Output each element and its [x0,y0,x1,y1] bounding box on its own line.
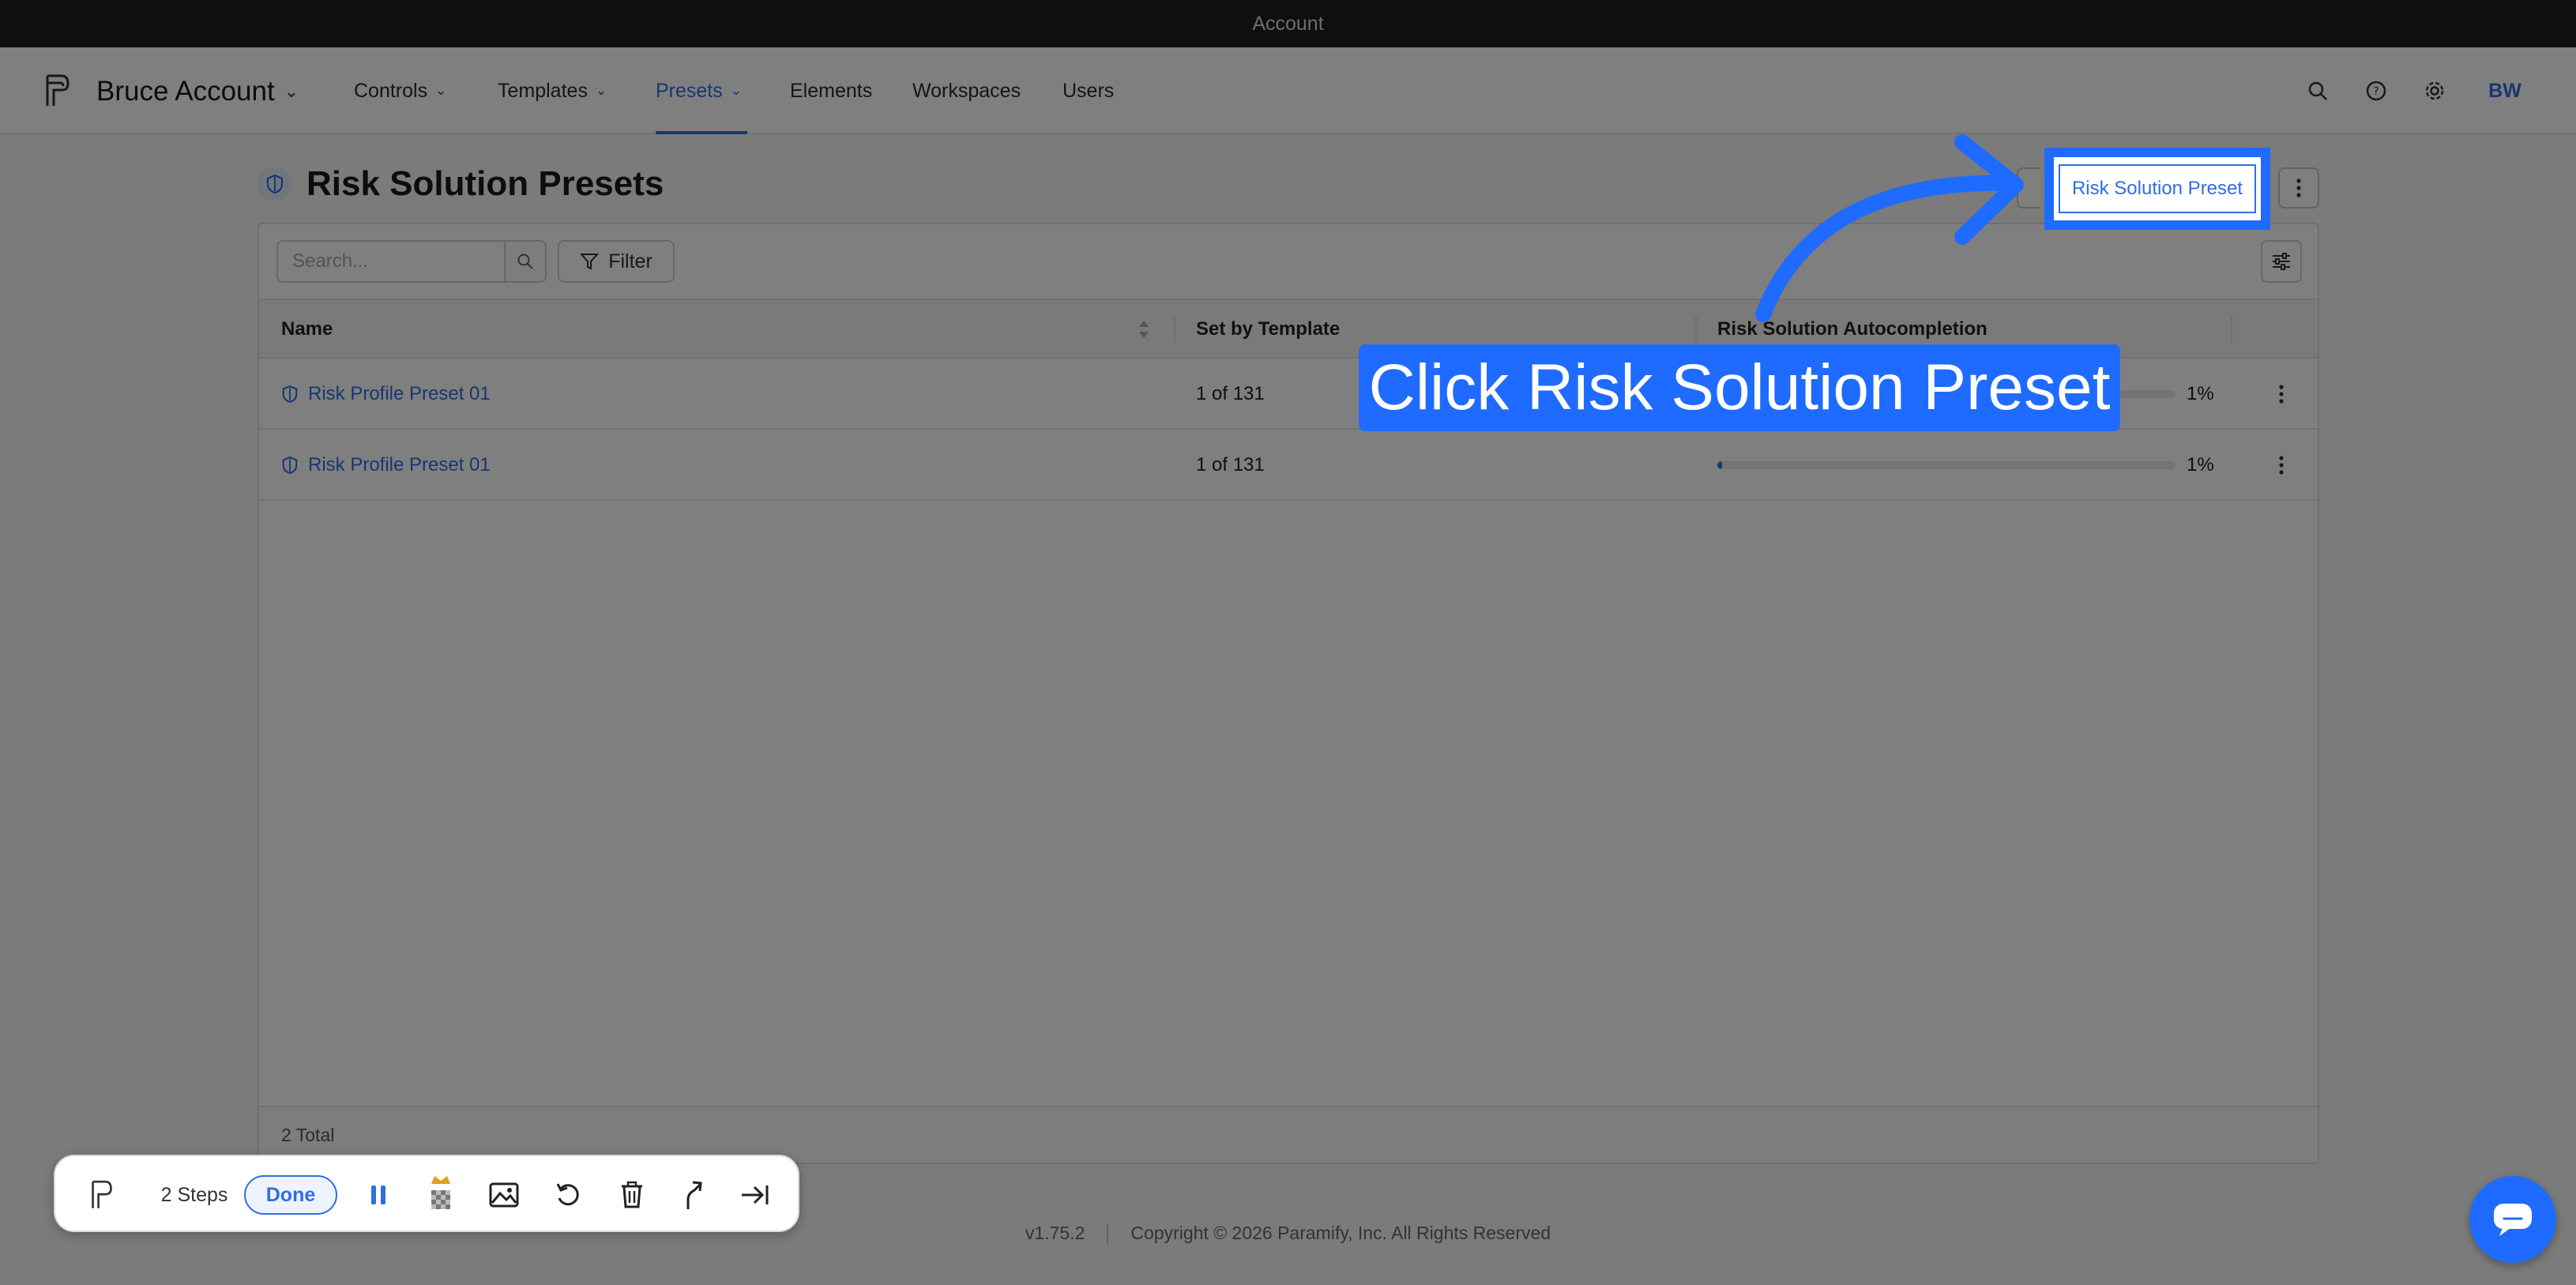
tab-controls[interactable]: Controls ⌄ [354,47,498,134]
callout-text: Click Risk Solution Preset [1368,351,2111,423]
tab-label: Workspaces [912,79,1021,102]
pause-icon[interactable] [359,1156,398,1234]
column-header-set-by-template[interactable]: Set by Template [1196,300,1340,359]
tab-presets[interactable]: Presets ⌄ [656,47,747,134]
progress-fill [1717,461,1722,469]
image-icon[interactable] [480,1156,528,1234]
paramify-logo-icon[interactable] [44,73,71,109]
total-count: 2 Total [281,1124,335,1145]
nav-actions: ? BW [2306,71,2529,111]
page-more-options-button[interactable] [2278,167,2319,209]
column-divider [2231,316,2232,343]
steps-count: 2 Steps [147,1156,242,1234]
row-more-options-button[interactable] [2266,449,2297,481]
window-title-bar: Account [0,0,2576,47]
recorder-toolbar: 2 Steps Done [54,1155,799,1232]
column-label: Name [281,318,333,340]
tab-templates[interactable]: Templates ⌄ [498,47,656,134]
tab-label: Users [1062,79,1115,102]
avatar[interactable]: BW [2481,80,2529,103]
autocompletion-progress-bar [1717,461,2175,469]
filter-icon [580,254,600,270]
tab-label: Elements [790,79,873,102]
set-by-template-cell: 1 of 131 [1196,383,1265,404]
chat-icon [2494,1204,2532,1236]
chevron-down-icon: ⌄ [595,83,607,98]
skip-to-end-icon[interactable] [731,1156,779,1234]
set-by-template-cell: 1 of 131 [1196,454,1265,475]
done-label: Done [243,1175,338,1215]
undo-icon[interactable] [545,1156,592,1234]
chevron-down-icon: ⌄ [730,83,743,98]
kebab-icon [2296,178,2301,197]
search-input[interactable] [276,240,504,283]
column-settings-button[interactable] [2261,240,2302,283]
secondary-button[interactable] [2017,167,2040,209]
search-button[interactable] [504,240,547,283]
tab-label: Templates [498,79,588,102]
filter-label: Filter [608,250,652,272]
column-divider [1174,316,1175,343]
tutorial-callout: Click Risk Solution Preset [1359,344,2120,431]
preset-link[interactable]: Risk Profile Preset 01 [281,383,491,405]
highlighted-risk-solution-preset-button[interactable]: Risk Solution Preset [2044,148,2270,230]
autocompletion-percent: 1% [2187,383,2214,404]
column-header-name[interactable]: Name [281,300,333,359]
table-row[interactable]: Risk Profile Preset 01 1 of 131 1% [259,430,2318,501]
tab-label: Presets [656,79,723,102]
preset-name: Risk Profile Preset 01 [308,383,491,404]
steps-label: 2 Steps [160,1183,228,1206]
nav-tabs: Controls ⌄ Templates ⌄ Presets ⌄ Element… [354,47,1141,134]
help-icon[interactable]: ? [2364,79,2388,103]
copyright-text: Copyright © 2026 Paramify, Inc. All Righ… [1130,1223,1551,1243]
footer-divider [1107,1223,1109,1244]
chat-support-button[interactable] [2469,1176,2556,1263]
top-navbar: Bruce Account ⌄ Controls ⌄ Templates ⌄ P… [0,47,2576,134]
window-title: Account [1252,12,1324,35]
search-icon [517,254,533,269]
gear-icon[interactable] [2423,79,2446,103]
kebab-icon [2279,456,2284,475]
preset-link[interactable]: Risk Profile Preset 01 [281,454,491,476]
tab-elements[interactable]: Elements [790,47,912,134]
shield-icon [282,456,298,475]
blur-tool-icon[interactable] [417,1156,464,1234]
row-more-options-button[interactable] [2266,378,2297,410]
filter-button[interactable]: Filter [558,240,675,283]
tab-workspaces[interactable]: Workspaces [912,47,1062,134]
button-label: Risk Solution Preset [2059,164,2256,213]
autocompletion-percent: 1% [2187,454,2214,475]
sort-icon[interactable] [1138,317,1150,341]
trash-icon[interactable] [608,1156,656,1234]
recorder-logo-icon [82,1156,122,1234]
column-label: Set by Template [1196,318,1341,340]
kebab-icon [2279,385,2284,404]
done-button[interactable]: Done [235,1156,346,1234]
tab-label: Controls [354,79,428,102]
sliders-icon [2273,253,2290,270]
name-cell: Risk Profile Preset 01 [281,430,491,501]
account-name: Bruce Account [96,76,275,107]
shield-icon [282,385,298,404]
column-label: Risk Solution Autocompletion [1717,318,1987,340]
shield-icon [258,167,292,201]
page-header: Risk Solution Presets [258,164,664,204]
page-title: Risk Solution Presets [306,164,664,203]
table-toolbar: Filter [259,224,2318,300]
chevron-down-icon: ⌄ [284,81,299,101]
svg-text:?: ? [2373,85,2379,98]
search-icon[interactable] [2306,79,2330,103]
share-arrow-icon[interactable] [670,1156,717,1234]
name-cell: Risk Profile Preset 01 [281,359,491,430]
chevron-down-icon: ⌄ [435,83,447,98]
column-divider [1695,316,1697,343]
tab-users[interactable]: Users [1062,47,1141,134]
preset-name: Risk Profile Preset 01 [308,454,491,475]
account-switcher[interactable]: Bruce Account ⌄ [96,76,299,107]
app-version: v1.75.2 [1025,1223,1085,1243]
